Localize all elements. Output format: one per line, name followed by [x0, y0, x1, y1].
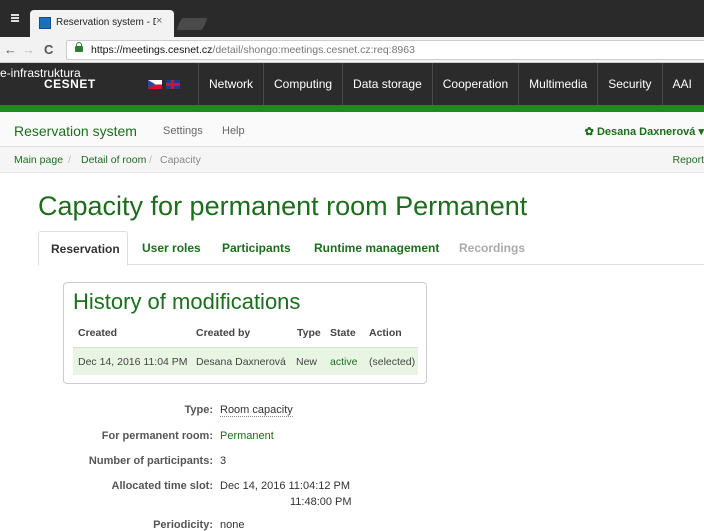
browser-tab-title: Reservation system - Des [56, 17, 156, 28]
column-created-by: Created by [196, 327, 251, 339]
nav-aai[interactable]: AAI [661, 63, 702, 105]
url-host: https://meetings.cesnet.cz [91, 44, 213, 56]
reload-icon[interactable]: C [44, 42, 53, 58]
row-type: New [296, 356, 318, 368]
column-created: Created [78, 327, 118, 339]
row-created-by: Desana Daxnerová [196, 356, 286, 368]
cesnet-logo[interactable]: e-infrastruktura CESNET [0, 67, 96, 91]
type-label: Type: [184, 404, 213, 416]
back-arrow-icon[interactable]: ← [4, 42, 17, 58]
breadcrumb-separator: / [149, 154, 152, 166]
time-slot-end: 11:48:00 PM [290, 496, 352, 508]
header-divider [0, 105, 704, 112]
breadcrumb-capacity: Capacity [160, 154, 201, 166]
czech-flag-icon[interactable] [148, 80, 162, 89]
cesnet-nav: Network Computing Data storage Cooperati… [198, 63, 702, 105]
room-label: For permanent room: [101, 430, 213, 442]
row-action: (selected) [369, 356, 416, 368]
type-value[interactable]: Room capacity [220, 404, 293, 417]
nav-computing[interactable]: Computing [263, 63, 342, 105]
url-path: /detail/shongo:meetings.cesnet.cz:req:89… [212, 44, 415, 56]
breadcrumb-detail-of-room[interactable]: Detail of room [81, 154, 146, 166]
logo-line2: CESNET [44, 77, 96, 91]
history-title: History of modifications [73, 289, 301, 314]
lock-icon [75, 42, 83, 52]
breadcrumb: Main page / Detail of room / Capacity Re… [0, 147, 704, 173]
browser-menu-icon[interactable] [0, 0, 30, 37]
english-flag-icon[interactable] [166, 80, 180, 89]
forward-arrow-icon[interactable]: → [22, 42, 35, 58]
settings-link[interactable]: Settings [163, 125, 203, 137]
tab-recordings: Recordings [459, 241, 526, 255]
user-name: Desana Daxnerová [596, 126, 696, 138]
time-slot-start: Dec 14, 2016 11:04:12 PM [220, 480, 351, 492]
nav-network[interactable]: Network [198, 63, 263, 105]
column-type: Type [297, 327, 321, 339]
nav-cooperation[interactable]: Cooperation [431, 63, 518, 105]
row-state: active [330, 356, 358, 368]
nav-multimedia[interactable]: Multimedia [518, 63, 597, 105]
browser-tab-strip: Reservation system - Des × [0, 0, 704, 37]
user-menu[interactable]: ✿ Desana Daxnerová ▾ [585, 125, 704, 138]
nav-security[interactable]: Security [597, 63, 661, 105]
breadcrumb-separator: / [68, 154, 71, 166]
url-input[interactable]: https://meetings.cesnet.cz/detail/shongo… [66, 40, 704, 60]
app-navbar: Reservation system Settings Help ✿ Desan… [0, 112, 704, 147]
gear-icon: ✿ [584, 126, 594, 138]
help-link[interactable]: Help [222, 125, 245, 137]
periodicity-value: none [220, 519, 245, 531]
tab-runtime-management[interactable]: Runtime management [314, 241, 439, 255]
column-action: Action [369, 327, 402, 339]
report-link[interactable]: Report [672, 154, 704, 166]
table-row: Dec 14, 2016 11:04 PM Desana Daxnerová N… [73, 347, 418, 375]
favicon-icon [39, 17, 51, 29]
browser-tab[interactable]: Reservation system - Des × [30, 10, 174, 37]
tab-user-roles[interactable]: User roles [142, 241, 201, 255]
breadcrumb-main-page[interactable]: Main page [14, 154, 63, 166]
detail-tabs: Reservation User roles Participants Runt… [38, 231, 704, 266]
address-bar: ← → C https://meetings.cesnet.cz/detail/… [0, 37, 704, 63]
time-slot-label: Allocated time slot: [111, 480, 213, 492]
participants-label: Number of participants: [88, 455, 213, 467]
participants-value: 3 [220, 455, 227, 467]
periodicity-label: Periodicity: [153, 519, 213, 531]
history-panel: History of modifications Created Created… [63, 282, 427, 384]
page-title: Capacity for permanent room Permanent [38, 191, 528, 221]
room-link[interactable]: Permanent [220, 430, 274, 442]
app-brand[interactable]: Reservation system [14, 123, 137, 139]
cesnet-header: e-infrastruktura CESNET Network Computin… [0, 63, 704, 105]
caret-down-icon: ▾ [698, 126, 704, 138]
column-state: State [330, 327, 356, 339]
close-tab-icon[interactable]: × [156, 15, 162, 27]
tab-participants[interactable]: Participants [222, 241, 291, 255]
tab-reservation[interactable]: Reservation [38, 231, 128, 266]
new-tab-button[interactable] [176, 18, 208, 30]
row-created: Dec 14, 2016 11:04 PM [78, 356, 188, 368]
nav-data-storage[interactable]: Data storage [342, 63, 432, 105]
